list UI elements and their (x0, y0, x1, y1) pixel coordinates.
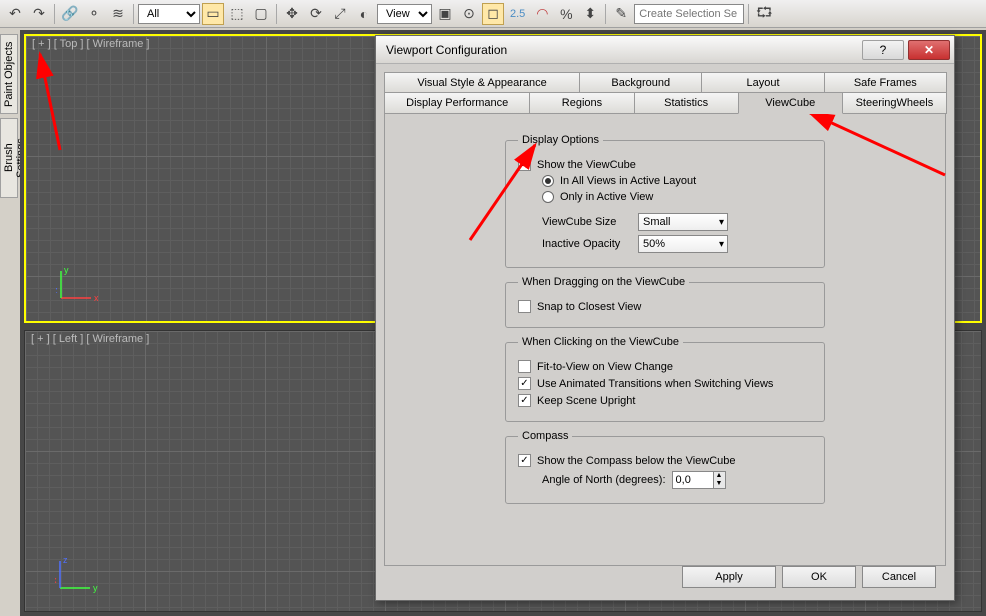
selection-set-input[interactable] (634, 4, 744, 24)
named-sel-icon[interactable]: ✎ (610, 3, 632, 25)
tab-display-performance[interactable]: Display Performance (384, 93, 530, 114)
dragging-group: When Dragging on the ViewCube Snap to Cl… (505, 276, 825, 328)
tab-regions[interactable]: Regions (529, 93, 634, 114)
animated-transitions-checkbox[interactable]: ✓ (518, 377, 531, 390)
active-view-radio[interactable] (542, 191, 554, 203)
scale-icon[interactable]: ⤢ (329, 3, 351, 25)
viewport-config-dialog: Viewport Configuration ? ✕ Visual Style … (375, 35, 955, 601)
svg-text:y: y (64, 265, 69, 275)
tab-safe-frames[interactable]: Safe Frames (824, 72, 947, 93)
schematic-icon[interactable]: ≋ (107, 3, 129, 25)
redo-icon[interactable]: ↷ (28, 3, 50, 25)
viewport-left-label[interactable]: [ + ] [ Left ] [ Wireframe ] (31, 333, 149, 345)
svg-text:z: z (56, 285, 58, 295)
coords-dropdown[interactable]: View (377, 4, 432, 24)
tab-panel: Display Options ✓ Show the ViewCube In A… (384, 114, 946, 566)
tab-layout[interactable]: Layout (701, 72, 824, 93)
help-button[interactable]: ? (862, 40, 904, 60)
rotate-icon[interactable]: ⟳ (305, 3, 327, 25)
svg-text:z: z (63, 555, 68, 565)
tab-background[interactable]: Background (579, 72, 702, 93)
snap-closest-checkbox[interactable] (518, 300, 531, 313)
apply-button[interactable]: Apply (682, 566, 776, 588)
unlink-icon[interactable]: ⚬ (83, 3, 105, 25)
percent-icon[interactable]: % (555, 3, 577, 25)
rect-select-icon[interactable]: ▢ (250, 3, 272, 25)
viewcube-size-dropdown[interactable]: Small (638, 213, 728, 231)
tab-visual-style[interactable]: Visual Style & Appearance (384, 72, 580, 93)
svg-text:x: x (94, 293, 99, 303)
svg-text:x: x (55, 575, 57, 585)
close-button[interactable]: ✕ (908, 40, 950, 60)
dialog-titlebar[interactable]: Viewport Configuration ? ✕ (376, 36, 954, 64)
main-toolbar: ↶ ↷ 🔗 ⚬ ≋ All ▭ ⬚ ▢ ✥ ⟳ ⤢ ◐ View ▣ ⊙ ◻ 2… (0, 0, 986, 28)
viewport-top-label[interactable]: [ + ] [ Top ] [ Wireframe ] (32, 38, 149, 50)
svg-text:y: y (93, 583, 98, 593)
tab-statistics[interactable]: Statistics (634, 93, 739, 114)
fit-view-checkbox[interactable] (518, 360, 531, 373)
angle-north-spinner[interactable]: 0,0 ▲▼ (672, 471, 726, 489)
move-icon[interactable]: ✥ (281, 3, 303, 25)
ok-button[interactable]: OK (782, 566, 856, 588)
keep-upright-checkbox[interactable]: ✓ (518, 394, 531, 407)
tab-steering-wheels[interactable]: SteeringWheels (842, 93, 947, 114)
display-options-group: Display Options ✓ Show the ViewCube In A… (505, 134, 825, 268)
manipulate-icon[interactable]: ◐ (353, 3, 375, 25)
undo-icon[interactable]: ↶ (4, 3, 26, 25)
inactive-opacity-dropdown[interactable]: 50% (638, 235, 728, 253)
mirror-icon[interactable]: ⮔ (753, 3, 775, 25)
clicking-group: When Clicking on the ViewCube Fit-to-Vie… (505, 336, 825, 422)
show-compass-checkbox[interactable]: ✓ (518, 454, 531, 467)
filter-dropdown[interactable]: All (138, 4, 200, 24)
snap-icon[interactable]: ◻ (482, 3, 504, 25)
cancel-button[interactable]: Cancel (862, 566, 936, 588)
compass-group: Compass ✓ Show the Compass below the Vie… (505, 430, 825, 504)
tab-viewcube[interactable]: ViewCube (738, 93, 843, 114)
snap-value: 2.5 (510, 8, 525, 20)
sidebar-tab-paint-objects[interactable]: Paint Objects (0, 34, 18, 114)
axis-gizmo-icon: x y z (56, 263, 106, 303)
axis-gizmo-icon: y z x (55, 553, 105, 593)
all-views-radio[interactable] (542, 175, 554, 187)
show-viewcube-checkbox[interactable]: ✓ (518, 158, 531, 171)
pivot-icon[interactable]: ⊙ (458, 3, 480, 25)
sidebar-tab-brush-settings[interactable]: Brush Settings (0, 118, 18, 198)
select-region-icon[interactable]: ⬚ (226, 3, 248, 25)
select-icon[interactable]: ▭ (202, 3, 224, 25)
dialog-title: Viewport Configuration (386, 43, 507, 57)
link-icon[interactable]: 🔗 (59, 3, 81, 25)
angle-snap-icon[interactable]: ◠ (531, 3, 553, 25)
spinner-icon[interactable]: ⬍ (579, 3, 601, 25)
center-icon[interactable]: ▣ (434, 3, 456, 25)
